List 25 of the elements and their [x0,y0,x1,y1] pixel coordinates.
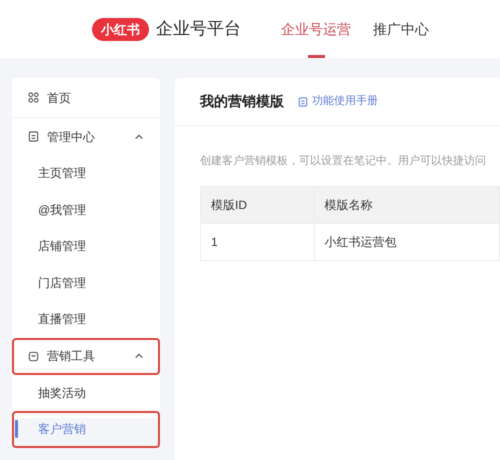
platform-title: 企业号平台 [156,18,241,40]
document-icon [28,131,39,142]
bag-icon [28,350,39,362]
column-header: 模版名称 [314,186,500,223]
column-header: 模版ID [200,186,314,223]
description-text: 创建客户营销模板，可以设置在笔记中。用户可以快捷访问 [199,154,487,169]
sidebar-item[interactable]: 门店管理 [12,264,160,301]
nav-tab[interactable]: 企业号运营 [281,0,351,58]
sidebar-item[interactable]: 管理中心 [12,118,160,155]
sidebar-item[interactable]: 主页管理 [12,155,160,192]
sidebar-item[interactable]: 营销工具 [12,338,160,374]
sidebar-item[interactable]: 店铺管理 [12,228,160,264]
sidebar-item[interactable]: 抽奖活动 [12,374,160,411]
nav-tab[interactable]: 推广中心 [373,0,429,58]
sidebar-item[interactable]: 首页 [12,78,160,118]
document-icon [298,96,308,106]
table-cell: 1 [200,223,314,260]
sidebar-item[interactable]: 直播管理 [12,301,160,338]
page-title: 我的营销模版 [200,92,284,111]
logo: 小红书 [92,18,149,40]
help-link[interactable]: 功能使用手册 [298,93,378,110]
sidebar-item[interactable]: 客户营销 [12,411,160,448]
sidebar-item[interactable]: @我管理 [12,192,160,228]
grid-icon [28,92,39,103]
table-cell: 小红书运营包 [314,223,500,260]
